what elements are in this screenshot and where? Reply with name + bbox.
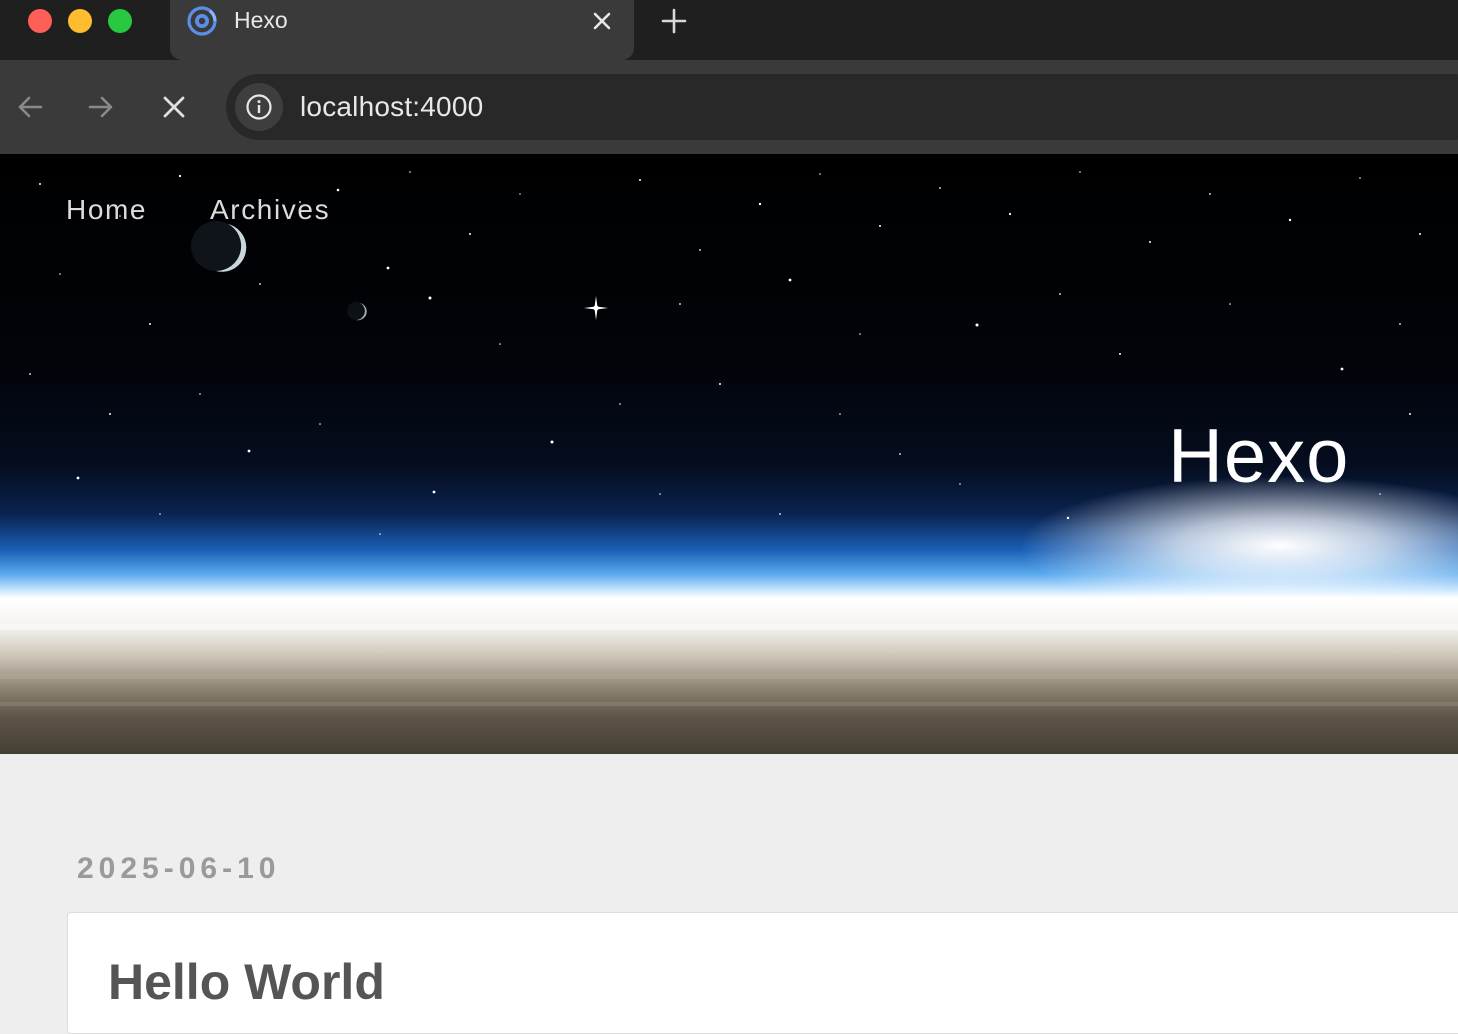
forward-arrow-icon[interactable]	[86, 92, 116, 122]
back-arrow-icon[interactable]	[15, 92, 45, 122]
site-title[interactable]: Hexo	[1168, 412, 1349, 502]
address-bar[interactable]: localhost:4000	[226, 74, 1458, 140]
browser-tab[interactable]: Hexo	[170, 0, 634, 60]
hero-banner: Home Archives Hexo	[0, 154, 1458, 754]
browser-titlebar: Hexo	[0, 0, 1458, 60]
browser-toolbar: localhost:4000	[0, 60, 1458, 154]
new-tab-plus-icon[interactable]	[660, 7, 688, 35]
tab-close-icon[interactable]	[590, 9, 614, 33]
nav-link-archives[interactable]: Archives	[210, 194, 330, 226]
nav-link-home[interactable]: Home	[66, 194, 147, 226]
tab-title: Hexo	[234, 7, 288, 33]
browser-logo-icon	[187, 6, 217, 36]
stop-loading-close-icon[interactable]	[159, 92, 189, 122]
post-card: Hello World	[67, 912, 1458, 1034]
post-title-link[interactable]: Hello World	[108, 953, 385, 1011]
window-maximize-button[interactable]	[108, 9, 132, 33]
url-text[interactable]: localhost:4000	[300, 91, 483, 123]
window-minimize-button[interactable]	[68, 9, 92, 33]
post-date: 2025-06-10	[77, 852, 281, 885]
window-close-button[interactable]	[28, 9, 52, 33]
info-icon	[246, 94, 272, 120]
site-info-button[interactable]	[235, 83, 283, 131]
